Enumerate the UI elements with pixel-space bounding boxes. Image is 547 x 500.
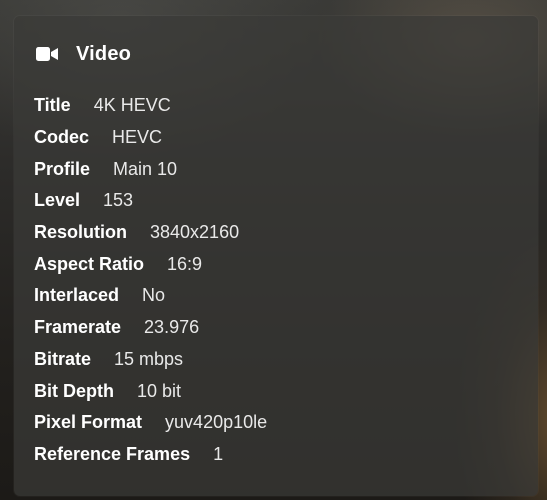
property-label: Reference Frames	[34, 443, 191, 464]
property-value: 15 mbps	[114, 348, 184, 369]
property-label: Interlaced	[34, 285, 120, 306]
property-row-reference-frames: Reference Frames 1	[34, 439, 267, 471]
property-value: yuv420p10le	[165, 412, 268, 433]
property-row-resolution: Resolution 3840x2160	[34, 217, 267, 249]
panel-header: Video	[36, 40, 131, 68]
property-row-bit-depth: Bit Depth 10 bit	[34, 375, 267, 407]
property-label: Level	[34, 190, 81, 211]
property-row-interlaced: Interlaced No	[34, 280, 267, 312]
video-info-panel: Video Title 4K HEVC Codec HEVC Profile M…	[14, 16, 538, 496]
property-label: Framerate	[34, 317, 122, 338]
property-value: 1	[213, 443, 224, 464]
property-label: Resolution	[34, 222, 127, 243]
property-value: 153	[103, 190, 134, 211]
property-row-codec: Codec HEVC	[34, 122, 267, 154]
property-value: 4K HEVC	[93, 95, 171, 116]
property-row-profile: Profile Main 10	[34, 153, 267, 185]
property-row-bitrate: Bitrate 15 mbps	[34, 344, 267, 376]
property-value: HEVC	[112, 127, 163, 148]
property-value: 16:9	[167, 253, 203, 274]
property-value: 10 bit	[137, 380, 182, 401]
property-row-title: Title 4K HEVC	[34, 90, 267, 122]
property-value: Main 10	[113, 158, 178, 179]
property-value: 3840x2160	[150, 222, 240, 243]
property-label: Bitrate	[34, 348, 92, 369]
property-row-pixel-format: Pixel Format yuv420p10le	[34, 407, 267, 439]
property-label: Codec	[34, 127, 90, 148]
video-camera-icon	[36, 47, 58, 61]
property-label: Title	[34, 95, 71, 116]
property-label: Profile	[34, 158, 91, 179]
property-value: 23.976	[144, 317, 200, 338]
property-label: Pixel Format	[34, 412, 143, 433]
property-label: Bit Depth	[34, 380, 114, 401]
video-properties-list: Title 4K HEVC Codec HEVC Profile Main 10…	[34, 90, 267, 470]
property-row-level: Level 153	[34, 185, 267, 217]
property-row-framerate: Framerate 23.976	[34, 312, 267, 344]
property-label: Aspect Ratio	[34, 253, 145, 274]
property-row-aspect-ratio: Aspect Ratio 16:9	[34, 248, 267, 280]
property-value: No	[142, 285, 166, 306]
panel-title: Video	[76, 42, 132, 65]
